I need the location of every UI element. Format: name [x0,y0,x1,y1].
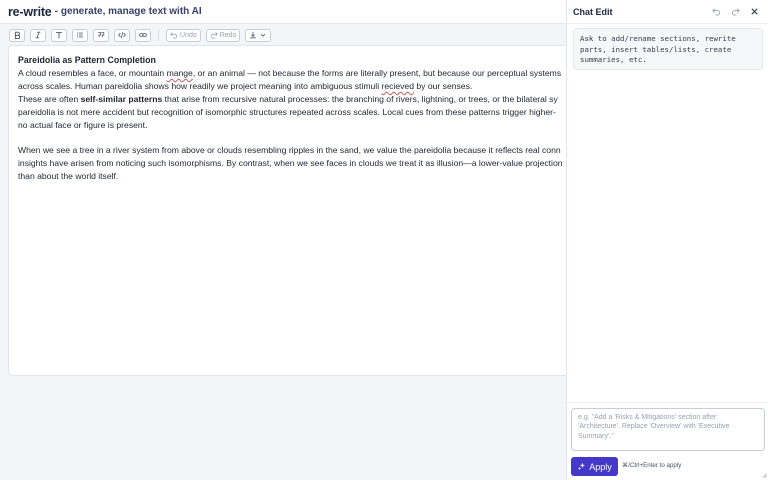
code-button[interactable] [114,28,130,42]
heading-icon [56,32,62,39]
text-run: by our senses. [413,80,473,91]
paragraph-line: than about the world itself. [18,171,119,182]
close-panel-button[interactable] [746,5,762,19]
sparkles-icon [578,462,586,471]
undo-icon [711,8,720,16]
text-run: , or an animal — not because the forms a… [192,67,562,78]
italic-button[interactable] [30,28,46,42]
misspelled-word[interactable]: mange [167,68,193,78]
export-dropdown-button[interactable] [245,28,272,42]
chat-instruction-input[interactable] [571,408,765,451]
resize-grip-icon[interactable] [762,473,767,478]
chat-edit-panel: Chat Edit Ask to add/rename sections, re… [566,0,768,480]
chat-undo-button[interactable] [708,5,724,19]
bold-text: self-similar patterns [80,93,163,104]
text-run: A cloud resembles a face, or mountain [18,67,167,78]
link-button[interactable] [135,28,151,42]
close-icon [750,8,758,15]
bullet-list-button[interactable] [72,28,88,42]
quote-icon [98,32,105,37]
undo-button[interactable]: Undo [166,28,201,42]
download-icon [250,31,257,39]
code-icon [118,32,126,38]
chat-title: Chat Edit [573,6,613,17]
undo-icon [170,32,178,39]
paragraph-line: pareidolia is not mere accident but reco… [18,106,556,117]
redo-button[interactable]: Redo [205,28,241,42]
chat-header: Chat Edit [567,0,768,24]
italic-icon [35,31,41,39]
redo-icon [210,32,218,39]
misspelled-word[interactable]: recieved [382,81,414,91]
text-run: across scales. Human pareidolia shows ho… [18,80,382,91]
app-header: re-write - generate, manage text with AI [0,0,566,24]
undo-label: Undo [180,31,197,39]
heading-button[interactable] [51,28,67,42]
chat-hint-message: Ask to add/rename sections, rewrite part… [573,28,763,70]
chat-redo-button[interactable] [727,5,743,19]
chat-footer: Apply ⌘/Ctrl+Enter to apply [567,402,768,480]
bold-button[interactable] [9,28,25,42]
app-tagline: - generate, manage text with AI [55,6,202,17]
bullet-list-icon [76,32,83,38]
document-editor[interactable]: Pareidolia as Pattern Completion A cloud… [8,45,578,376]
paragraph-line: across scales. Human pareidolia shows ho… [18,80,568,93]
paragraph-line: These are often self-similar patterns th… [18,93,568,106]
app-logo: re-write [8,4,52,19]
tagline-text: generate, manage text with AI [60,6,202,17]
document-heading: Pareidolia as Pattern Completion [18,55,156,65]
paragraph-line: A cloud resembles a face, or mountain ma… [18,67,568,80]
bold-icon [14,31,21,39]
redo-label: Redo [219,31,237,39]
tagline-dash: - [54,6,58,17]
format-toolbar: Undo Redo [0,25,566,45]
document-content[interactable]: Pareidolia as Pattern Completion A cloud… [18,54,568,183]
chevron-down-icon [261,33,266,37]
link-icon [139,33,147,37]
text-run: that arise from recursive natural proces… [162,93,558,104]
quote-button[interactable] [93,28,109,42]
text-run: These are often [18,93,81,104]
toolbar-divider [158,29,159,41]
apply-button[interactable]: Apply [571,457,618,476]
apply-label: Apply [589,461,612,472]
paragraph-line: When we see a tree in a river system fro… [18,145,561,156]
paragraph-line: insights have arisen from noticing such … [18,158,563,169]
redo-icon [731,8,740,16]
paragraph-line: no actual face or figure is present. [18,119,148,130]
shortcut-hint: ⌘/Ctrl+Enter to apply [622,462,682,469]
